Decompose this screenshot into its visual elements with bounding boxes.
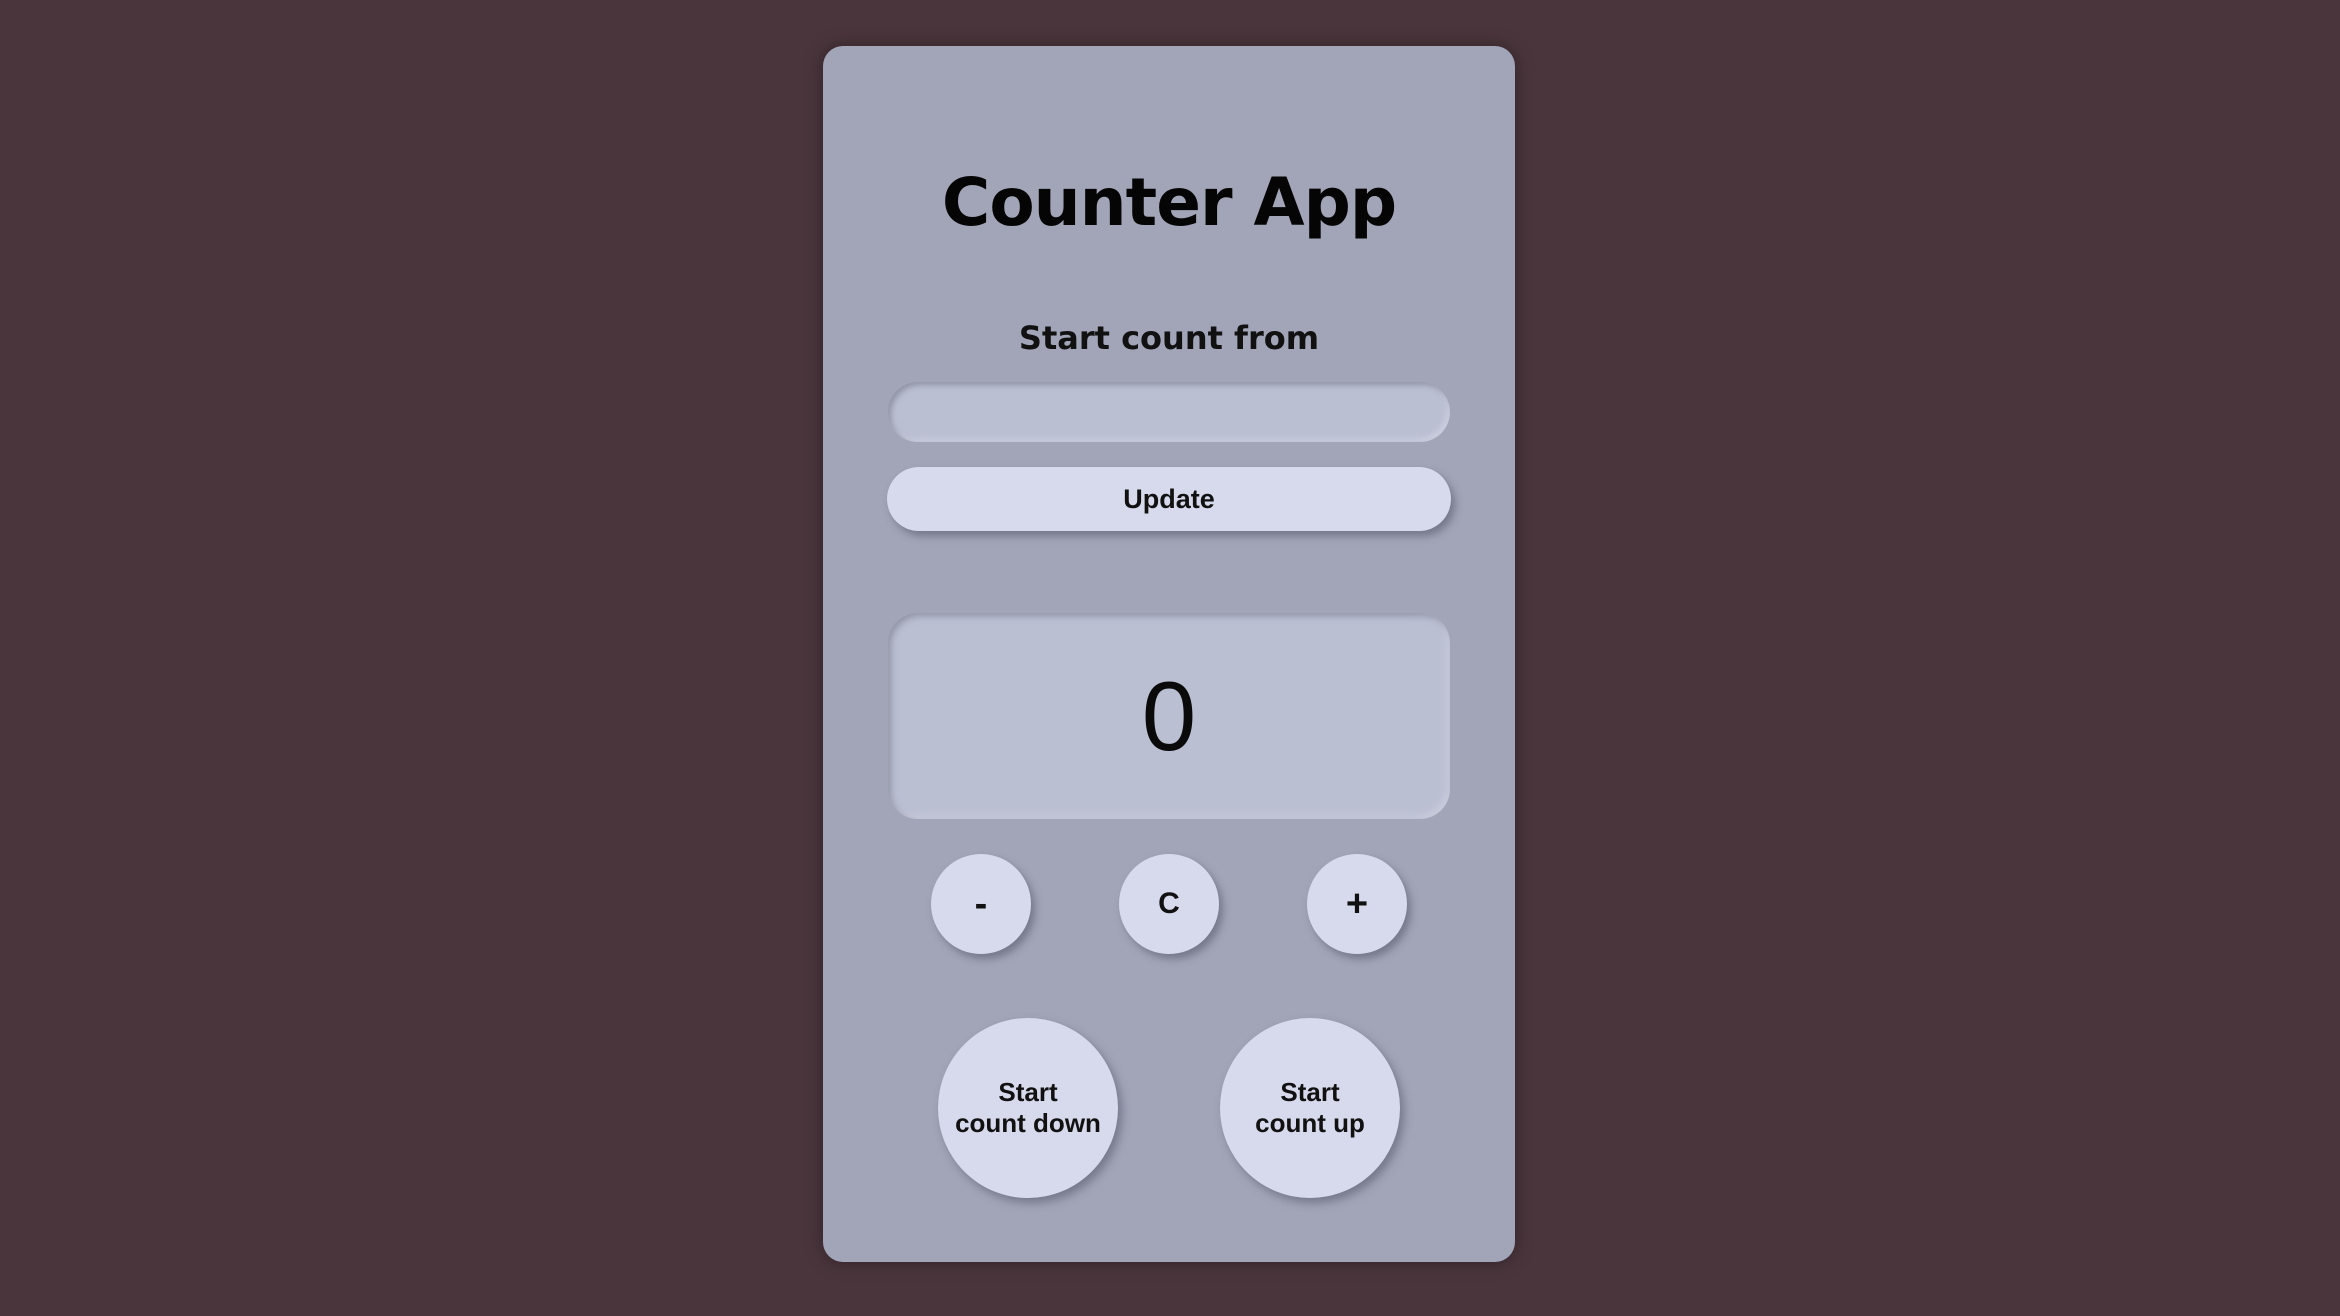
app-title: Counter App: [941, 164, 1397, 241]
start-count-input[interactable]: [888, 382, 1450, 442]
decrement-button[interactable]: -: [931, 854, 1031, 954]
increment-button[interactable]: +: [1307, 854, 1407, 954]
counter-card: Counter App Start count from Update 0 - …: [823, 46, 1515, 1262]
update-button[interactable]: Update: [887, 467, 1451, 531]
clear-button[interactable]: C: [1119, 854, 1219, 954]
start-count-up-button[interactable]: Start count up: [1220, 1018, 1400, 1198]
start-count-down-button[interactable]: Start count down: [938, 1018, 1118, 1198]
counter-display: 0: [888, 613, 1450, 819]
counter-value: 0: [1141, 660, 1197, 771]
start-count-label: Start count from: [1018, 319, 1320, 357]
